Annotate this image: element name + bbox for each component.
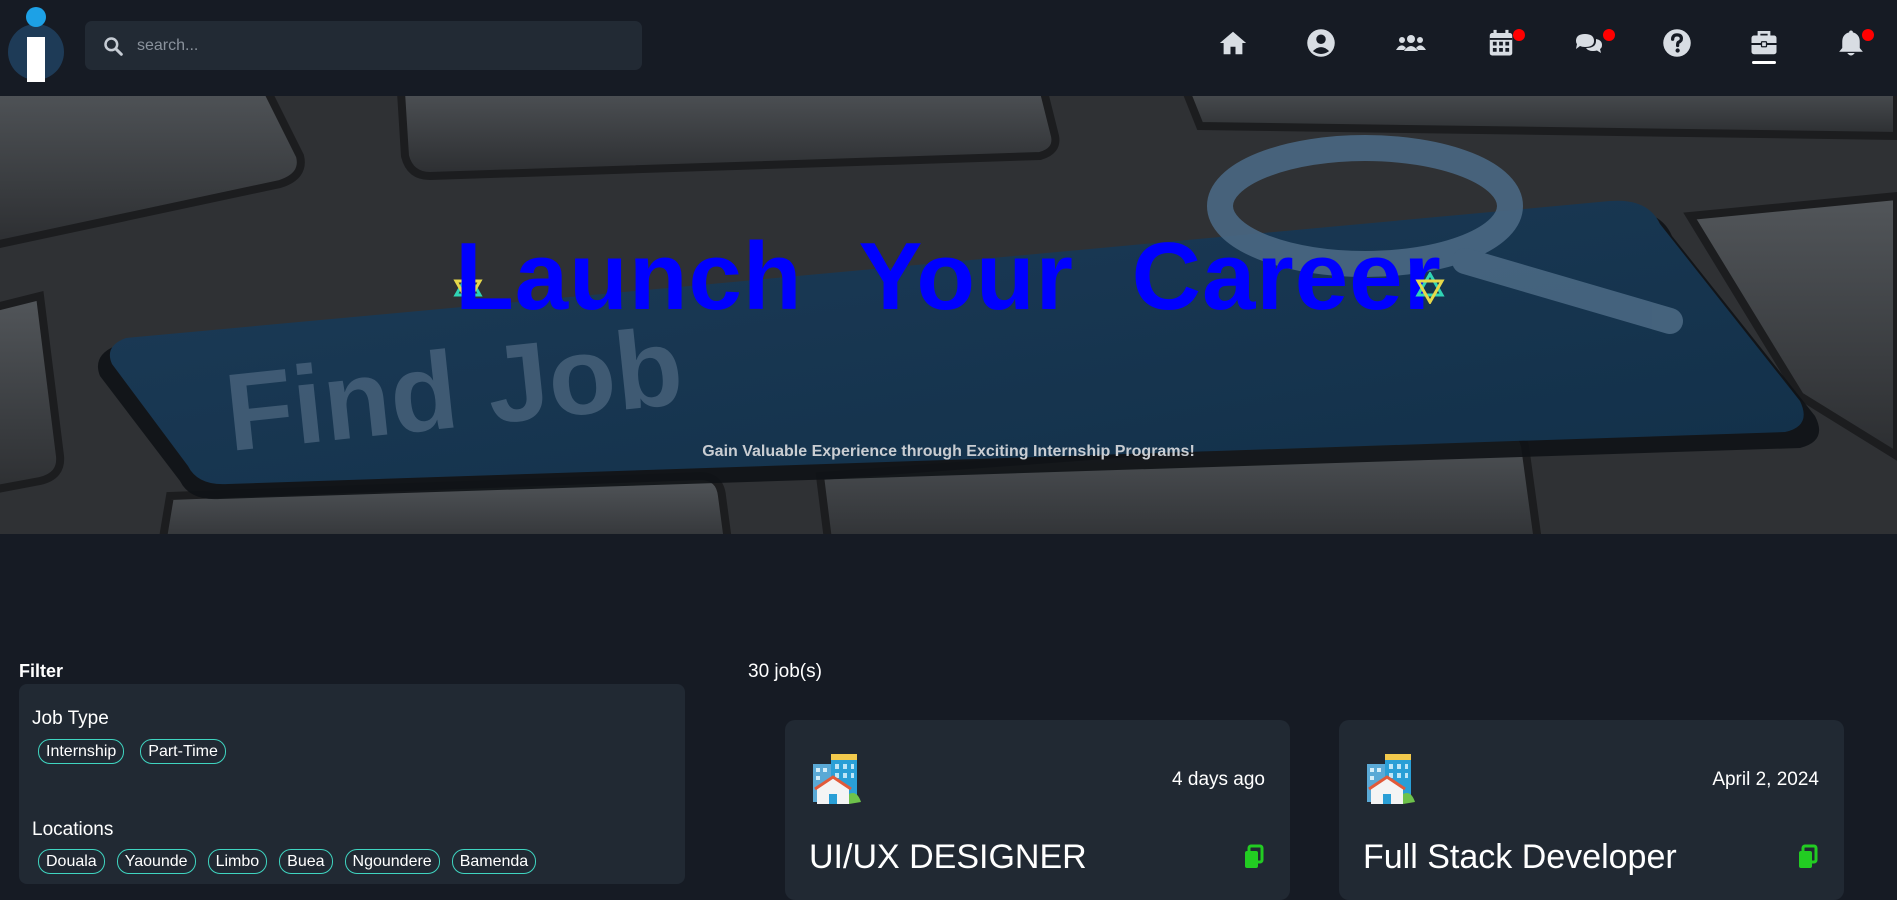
apply-icon[interactable] [1242,844,1266,870]
job-type-chip-internship[interactable]: Internship [38,739,125,764]
job-type-label: Job Type [32,708,109,729]
job-title[interactable]: UI/UX DESIGNER [809,838,1087,877]
location-chips: Douala Yaounde Limbo Buea Ngoundere Bame… [38,849,537,874]
profile-icon[interactable] [1304,26,1338,60]
star-of-david-icon [1415,272,1445,304]
job-type-chip-part-time[interactable]: Part-Time [140,739,226,764]
top-navbar [0,0,1897,96]
job-card[interactable]: 4 days ago UI/UX DESIGNER [785,720,1290,900]
location-chip-yaounde[interactable]: Yaounde [116,849,196,874]
hero-subtitle: Gain Valuable Experience through Excitin… [702,443,1195,460]
home-icon[interactable] [1216,26,1250,60]
location-chip-buea[interactable]: Buea [279,849,333,874]
apply-icon[interactable] [1796,844,1820,870]
search-icon [104,36,123,56]
bell-notification-dot [1862,29,1874,41]
job-posted-date: 4 days ago [1172,769,1265,790]
filter-heading: Filter [19,661,64,681]
company-building-icon [813,754,861,804]
company-building-icon [1367,754,1415,804]
locations-label: Locations [32,819,114,840]
users-icon[interactable] [1394,26,1428,60]
job-type-chips: Internship Part-Time [38,739,226,764]
job-card[interactable]: April 2, 2024 Full Stack Developer [1339,720,1844,900]
job-posted-date: April 2, 2024 [1712,769,1819,790]
briefcase-icon[interactable] [1747,26,1781,60]
location-chip-ngoundere[interactable]: Ngoundere [344,849,440,874]
hero-banner: Find Job Launch Your Career Gain Valuabl… [0,96,1897,534]
hero-title: Launch Your Career [455,223,1442,330]
calendar-notification-dot [1513,29,1525,41]
location-chip-bamenda[interactable]: Bamenda [451,849,537,874]
app-logo[interactable] [7,7,65,85]
chat-notification-dot [1603,29,1615,41]
chat-icon[interactable] [1572,26,1606,60]
help-icon[interactable] [1660,26,1694,60]
active-nav-indicator [1752,61,1776,64]
search-input[interactable] [137,36,617,55]
job-title[interactable]: Full Stack Developer [1363,838,1677,877]
filter-panel: Job Type Internship Part-Time Locations … [19,684,685,884]
jobs-count: 30 job(s) [748,661,822,682]
location-chip-douala[interactable]: Douala [38,849,105,874]
location-chip-limbo[interactable]: Limbo [207,849,268,874]
search-bar[interactable] [85,21,642,70]
